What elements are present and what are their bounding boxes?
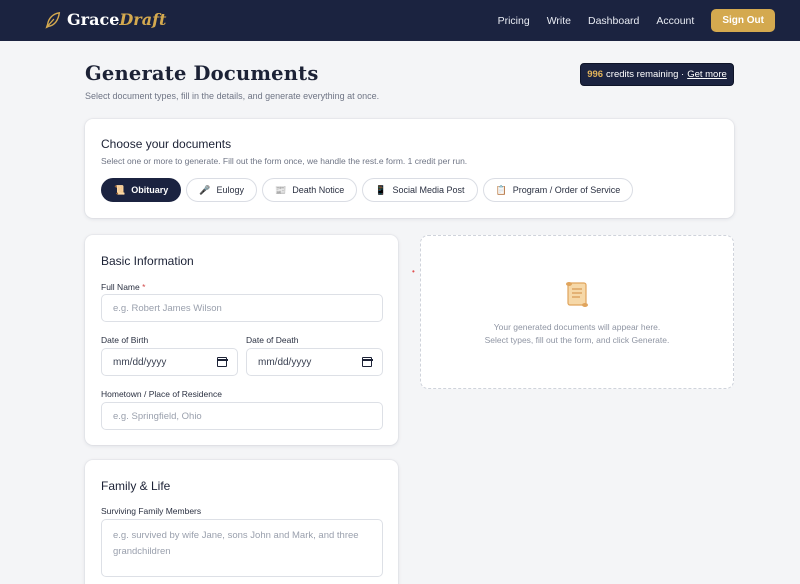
date-of-death-input[interactable]: mm/dd/yyyy	[246, 348, 383, 376]
output-line-1: Your generated documents will appear her…	[493, 322, 661, 332]
full-name-input[interactable]: e.g. Robert James Wilson	[101, 294, 383, 322]
choose-description: Select one or more to generate. Fill out…	[101, 156, 468, 166]
feather-pen-icon	[45, 11, 61, 29]
top-nav: Grace Draft Pricing Write Dashboard Accou…	[0, 0, 800, 41]
nav-link-write[interactable]: Write	[547, 15, 571, 27]
full-name-placeholder: e.g. Robert James Wilson	[113, 302, 222, 314]
date-of-death-label: Date of Death	[246, 335, 299, 345]
chip-label: Program / Order of Service	[512, 185, 621, 195]
surviving-family-placeholder: e.g. survived by wife Jane, sons John an…	[113, 530, 359, 557]
scroll-icon	[566, 282, 588, 307]
chip-label: Death Notice	[292, 185, 345, 195]
logo-text-draft: Draft	[119, 10, 167, 29]
date-of-birth-label: Date of Birth	[101, 335, 149, 345]
chip-social-media-post[interactable]: 📱 Social Media Post	[362, 178, 478, 202]
calendar-icon[interactable]	[361, 357, 373, 367]
calendar-icon[interactable]	[216, 357, 228, 367]
page-subtitle: Select document types, fill in the detai…	[85, 91, 380, 101]
required-mark: *	[142, 282, 146, 292]
microphone-icon: 🎤	[199, 184, 211, 195]
chip-label: Eulogy	[216, 185, 244, 195]
full-name-label: Full Name *	[101, 282, 146, 292]
family-heading: Family & Life	[101, 479, 171, 493]
credits-count: 996	[587, 69, 604, 80]
chip-obituary[interactable]: 📜 Obituary	[101, 178, 182, 202]
output-line-2: Select types, fill out the form, and cli…	[484, 335, 670, 345]
choose-heading: Choose your documents	[101, 137, 232, 151]
hometown-placeholder: e.g. Springfield, Ohio	[113, 410, 202, 422]
hometown-input[interactable]: e.g. Springfield, Ohio	[101, 402, 383, 430]
nav-links: Pricing Write Dashboard Account Sign Out	[498, 9, 775, 32]
date-of-birth-value: mm/dd/yyyy	[113, 356, 167, 368]
date-of-birth-input[interactable]: mm/dd/yyyy	[101, 348, 238, 376]
page-title: Generate Documents	[85, 62, 319, 85]
clipboard-icon: 📋	[495, 184, 507, 195]
phone-icon: 📱	[375, 184, 387, 195]
hometown-label: Hometown / Place of Residence	[101, 389, 222, 399]
nav-link-pricing[interactable]: Pricing	[498, 15, 530, 27]
logo[interactable]: Grace Draft	[44, 10, 166, 29]
credits-badge: 996 credits remaining · Get more	[580, 63, 734, 86]
output-placeholder: Your generated documents will appear her…	[420, 235, 734, 389]
chip-label: Social Media Post	[392, 185, 465, 195]
newspaper-icon: 📰	[274, 184, 287, 195]
output-message: Your generated documents will appear her…	[421, 321, 733, 347]
surviving-family-textarea[interactable]: e.g. survived by wife Jane, sons John an…	[101, 519, 383, 577]
scroll-icon: 📜	[114, 184, 126, 195]
surviving-family-label: Surviving Family Members	[101, 506, 202, 516]
chip-eulogy[interactable]: 🎤 Eulogy	[186, 178, 257, 202]
document-type-chips: 📜 Obituary 🎤 Eulogy 📰 Death Notice 📱 Soc…	[101, 178, 638, 202]
nav-link-dashboard[interactable]: Dashboard	[588, 15, 639, 27]
get-more-link[interactable]: Get more	[687, 69, 727, 80]
basic-heading: Basic Information	[101, 254, 194, 268]
chip-death-notice[interactable]: 📰 Death Notice	[261, 178, 358, 202]
nav-link-account[interactable]: Account	[656, 15, 694, 27]
chip-program-order-of-service[interactable]: 📋 Program / Order of Service	[482, 178, 634, 202]
family-life-card: Family & Life Surviving Family Members e…	[85, 460, 398, 584]
choose-documents-card: Choose your documents Select one or more…	[85, 119, 734, 218]
red-dot-marker: •	[412, 267, 415, 276]
logo-text-grace: Grace	[67, 10, 120, 29]
credits-text: credits remaining ·	[606, 69, 685, 80]
sign-out-button[interactable]: Sign Out	[711, 9, 775, 32]
date-of-death-value: mm/dd/yyyy	[258, 356, 312, 368]
chip-label: Obituary	[131, 185, 169, 195]
basic-information-card: Basic Information Full Name * e.g. Rober…	[85, 235, 398, 445]
